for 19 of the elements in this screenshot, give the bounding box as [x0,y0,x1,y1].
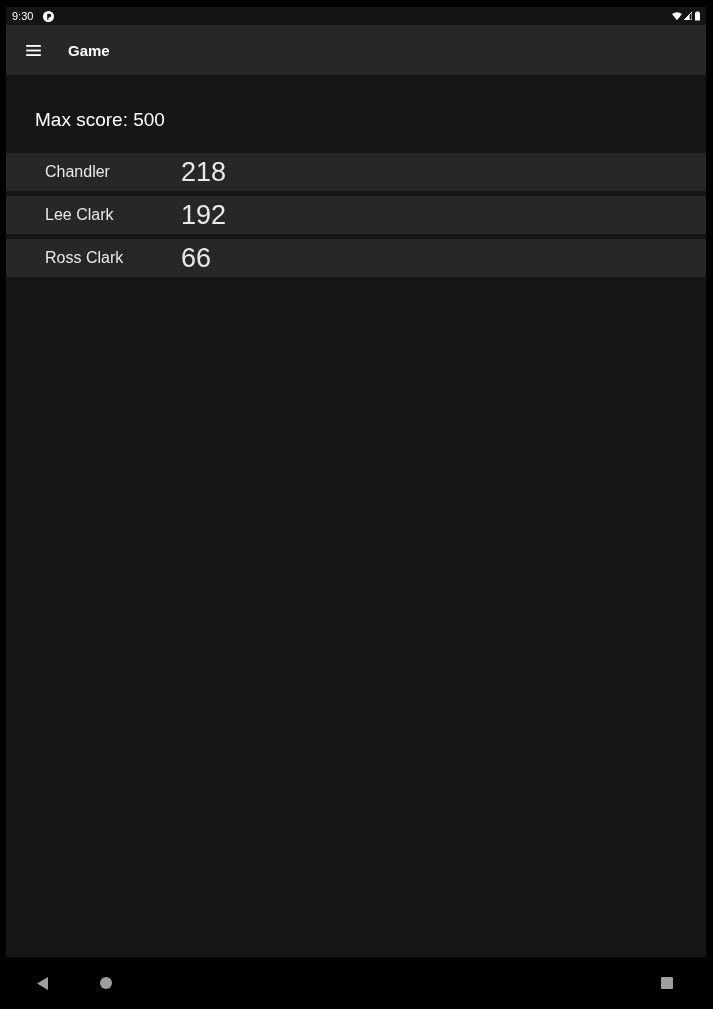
status-time: 9:30 [12,10,34,22]
player-score: 218 [181,156,227,188]
player-row[interactable]: Chandler 218 [6,153,706,191]
battery-icon [695,11,700,21]
player-row[interactable]: Ross Clark 66 [6,239,706,277]
player-name: Chandler [45,163,111,181]
app-title: Game [68,41,110,59]
menu-icon[interactable] [26,44,41,56]
player-score: 66 [181,242,212,274]
player-score: 192 [181,199,227,231]
player-name: Ross Clark [45,249,125,267]
back-icon[interactable] [37,976,48,990]
home-icon[interactable] [100,977,112,989]
player-name: Lee Clark [45,206,115,224]
player-row[interactable]: Lee Clark 192 [6,196,706,234]
notification-icon [43,10,55,22]
signal-icon [684,12,692,20]
max-score-text: Max score: 500 [35,109,165,131]
wifi-icon [672,11,682,21]
